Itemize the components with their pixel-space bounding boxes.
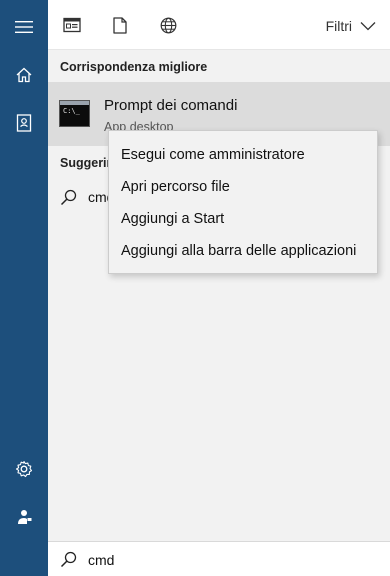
search-box[interactable]: cmd [48, 541, 390, 576]
documents-icon [113, 16, 127, 34]
settings-icon [15, 460, 33, 478]
search-icon [60, 189, 77, 206]
hamburger-icon [15, 21, 33, 33]
search-input[interactable]: cmd [88, 552, 114, 568]
web-scope-button[interactable] [156, 13, 180, 37]
filters-label: Filtri [325, 18, 352, 34]
result-title: Prompt dei comandi [104, 97, 238, 114]
notebook-button[interactable] [0, 99, 48, 147]
menu-item-open-file-location[interactable]: Apri percorso file [109, 171, 377, 203]
documents-scope-button[interactable] [108, 13, 132, 37]
apps-scope-button[interactable] [60, 13, 84, 37]
chevron-down-icon [360, 22, 376, 31]
feedback-button[interactable] [0, 493, 48, 541]
scope-toolbar: Filtri [48, 0, 390, 50]
menu-item-pin-to-start[interactable]: Aggiungi a Start [109, 203, 377, 235]
home-icon [16, 67, 32, 83]
apps-icon [63, 17, 81, 33]
search-panel: Filtri Corrispondenza migliore C:\_ Prom… [48, 0, 390, 576]
menu-button[interactable] [0, 3, 48, 51]
web-icon [160, 17, 176, 33]
notebook-icon [16, 114, 32, 132]
menu-item-pin-to-taskbar[interactable]: Aggiungi alla barra delle applicazioni [109, 235, 377, 267]
menu-item-run-as-admin[interactable]: Esegui come amministratore [109, 139, 377, 171]
home-button[interactable] [0, 51, 48, 99]
context-menu: Esegui come amministratore Apri percorso… [108, 130, 378, 274]
search-icon [60, 551, 77, 568]
best-match-header: Corrispondenza migliore [60, 60, 208, 74]
settings-button[interactable] [0, 445, 48, 493]
command-prompt-icon: C:\_ [59, 100, 90, 127]
left-rail [0, 0, 48, 576]
filters-dropdown[interactable]: Filtri [326, 16, 376, 36]
feedback-icon [18, 510, 32, 524]
